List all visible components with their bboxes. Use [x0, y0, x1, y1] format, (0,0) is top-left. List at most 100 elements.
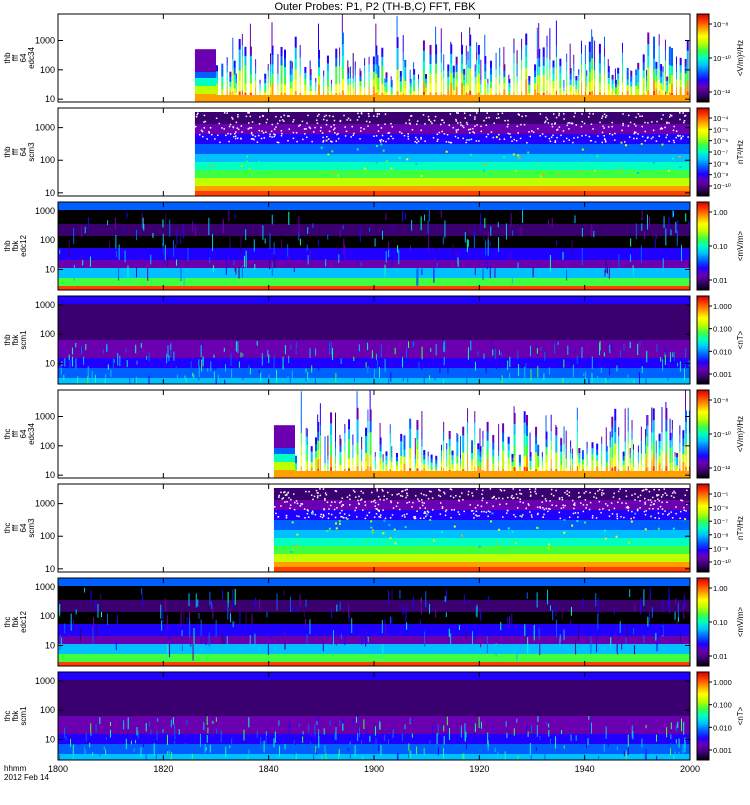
fbk-streak	[365, 633, 366, 647]
fft-column-cell	[295, 467, 297, 471]
fbk-streak	[141, 747, 142, 758]
fft-column-cell	[669, 56, 671, 66]
fbk-streak	[449, 629, 450, 637]
fbk-streak	[290, 345, 291, 350]
fbk-streak	[499, 350, 500, 355]
fft-column-cell	[295, 37, 297, 48]
scm-speckle	[476, 510, 478, 512]
fft-column-cell	[685, 88, 687, 96]
scm-speckle	[507, 510, 509, 512]
fft-column-cell	[430, 73, 432, 83]
fbk-streak	[134, 748, 135, 751]
fft-column-cell	[443, 422, 444, 432]
fft-column-cell	[342, 44, 344, 56]
fbk-streak	[500, 374, 501, 380]
fft-column-cell	[521, 39, 522, 50]
fft-column-cell	[582, 455, 584, 460]
fft-column-cell	[511, 462, 513, 467]
fft-column-cell	[646, 81, 647, 87]
fbk-streak	[241, 236, 242, 254]
fft-column-cell	[461, 54, 463, 64]
fft-column-cell	[638, 447, 639, 453]
scm-fleck	[335, 522, 337, 524]
scm-speckle	[634, 499, 636, 501]
fft-column-cell	[611, 437, 613, 448]
scm-fleck	[470, 154, 472, 156]
fft-column-cell	[594, 86, 595, 94]
scm-speckle	[637, 509, 639, 511]
fbk-streak	[149, 721, 150, 726]
scm-speckle	[645, 514, 647, 516]
fbk-streak	[150, 255, 151, 265]
fbk-streak	[353, 357, 354, 361]
fft-column-cell	[339, 66, 340, 76]
fft-column-cell	[270, 72, 271, 80]
fft-column-cell	[474, 411, 475, 423]
scm-speckle	[628, 125, 630, 127]
fbk-streak	[289, 723, 290, 736]
fft-column-cell	[364, 80, 365, 88]
fft-column-cell	[687, 71, 689, 82]
fbk-streak	[443, 237, 444, 245]
fbk-streak	[315, 746, 316, 753]
y-tick-label: 100	[40, 235, 55, 245]
fbk-streak	[491, 342, 492, 346]
scm-speckle	[486, 117, 488, 119]
fft-column-cell	[477, 455, 479, 461]
fft-column-cell	[530, 465, 532, 470]
scm-speckle	[568, 128, 570, 130]
scm-speckle	[405, 489, 407, 491]
scm-speckle	[316, 120, 318, 122]
scm-speckle	[625, 503, 627, 505]
fft-column-cell	[292, 89, 293, 96]
fft-column-cell	[310, 69, 312, 75]
fft-column-cell	[400, 463, 402, 471]
scm-fleck	[337, 175, 339, 177]
scm-speckle	[673, 491, 675, 493]
fft-column-cell	[391, 80, 393, 84]
fbk-streak	[95, 375, 96, 383]
scm-speckle	[421, 493, 423, 495]
fbk-streak	[629, 589, 630, 597]
fft-column-cell	[335, 58, 337, 67]
scm-speckle	[651, 502, 653, 504]
fft-column-cell	[680, 87, 682, 95]
scm-speckle	[483, 511, 485, 512]
fft-column-cell	[456, 79, 458, 87]
fft-column-cell	[446, 455, 447, 461]
scm-speckle	[322, 137, 324, 139]
fft-column-cell	[385, 77, 387, 82]
fbk-streak	[406, 348, 407, 358]
fbk-streak	[438, 747, 439, 755]
fft-column-cell	[403, 442, 405, 450]
fbk-streak	[494, 268, 495, 278]
scm-speckle	[460, 122, 462, 124]
scm-speckle	[481, 506, 483, 508]
scm-speckle	[686, 490, 688, 492]
fbk-streak	[649, 611, 650, 622]
fbk-streak	[461, 725, 462, 737]
fft-column-cell	[255, 81, 256, 89]
scm-speckle	[364, 501, 366, 503]
scm-speckle	[679, 518, 681, 520]
scm-speckle	[248, 128, 250, 130]
fft-column-cell	[300, 66, 301, 75]
scm-speckle	[293, 493, 295, 495]
scm-fleck	[604, 530, 606, 532]
fbk-streak	[410, 718, 411, 724]
scm-speckle	[385, 518, 387, 520]
fft-column-cell	[335, 84, 337, 93]
scm-fleck	[341, 174, 343, 176]
scm-speckle	[549, 138, 551, 140]
fft-spike	[467, 408, 468, 411]
scm-speckle	[567, 125, 569, 127]
fbk-streak	[215, 362, 216, 370]
fbk-band	[58, 358, 690, 368]
scm-speckle	[602, 132, 604, 134]
fft-column-cell	[466, 55, 467, 65]
scm-speckle	[622, 113, 624, 115]
scm-speckle	[409, 119, 411, 121]
fbk-streak	[288, 356, 289, 363]
fbk-streak	[379, 367, 380, 378]
fft-column-cell	[236, 74, 237, 79]
